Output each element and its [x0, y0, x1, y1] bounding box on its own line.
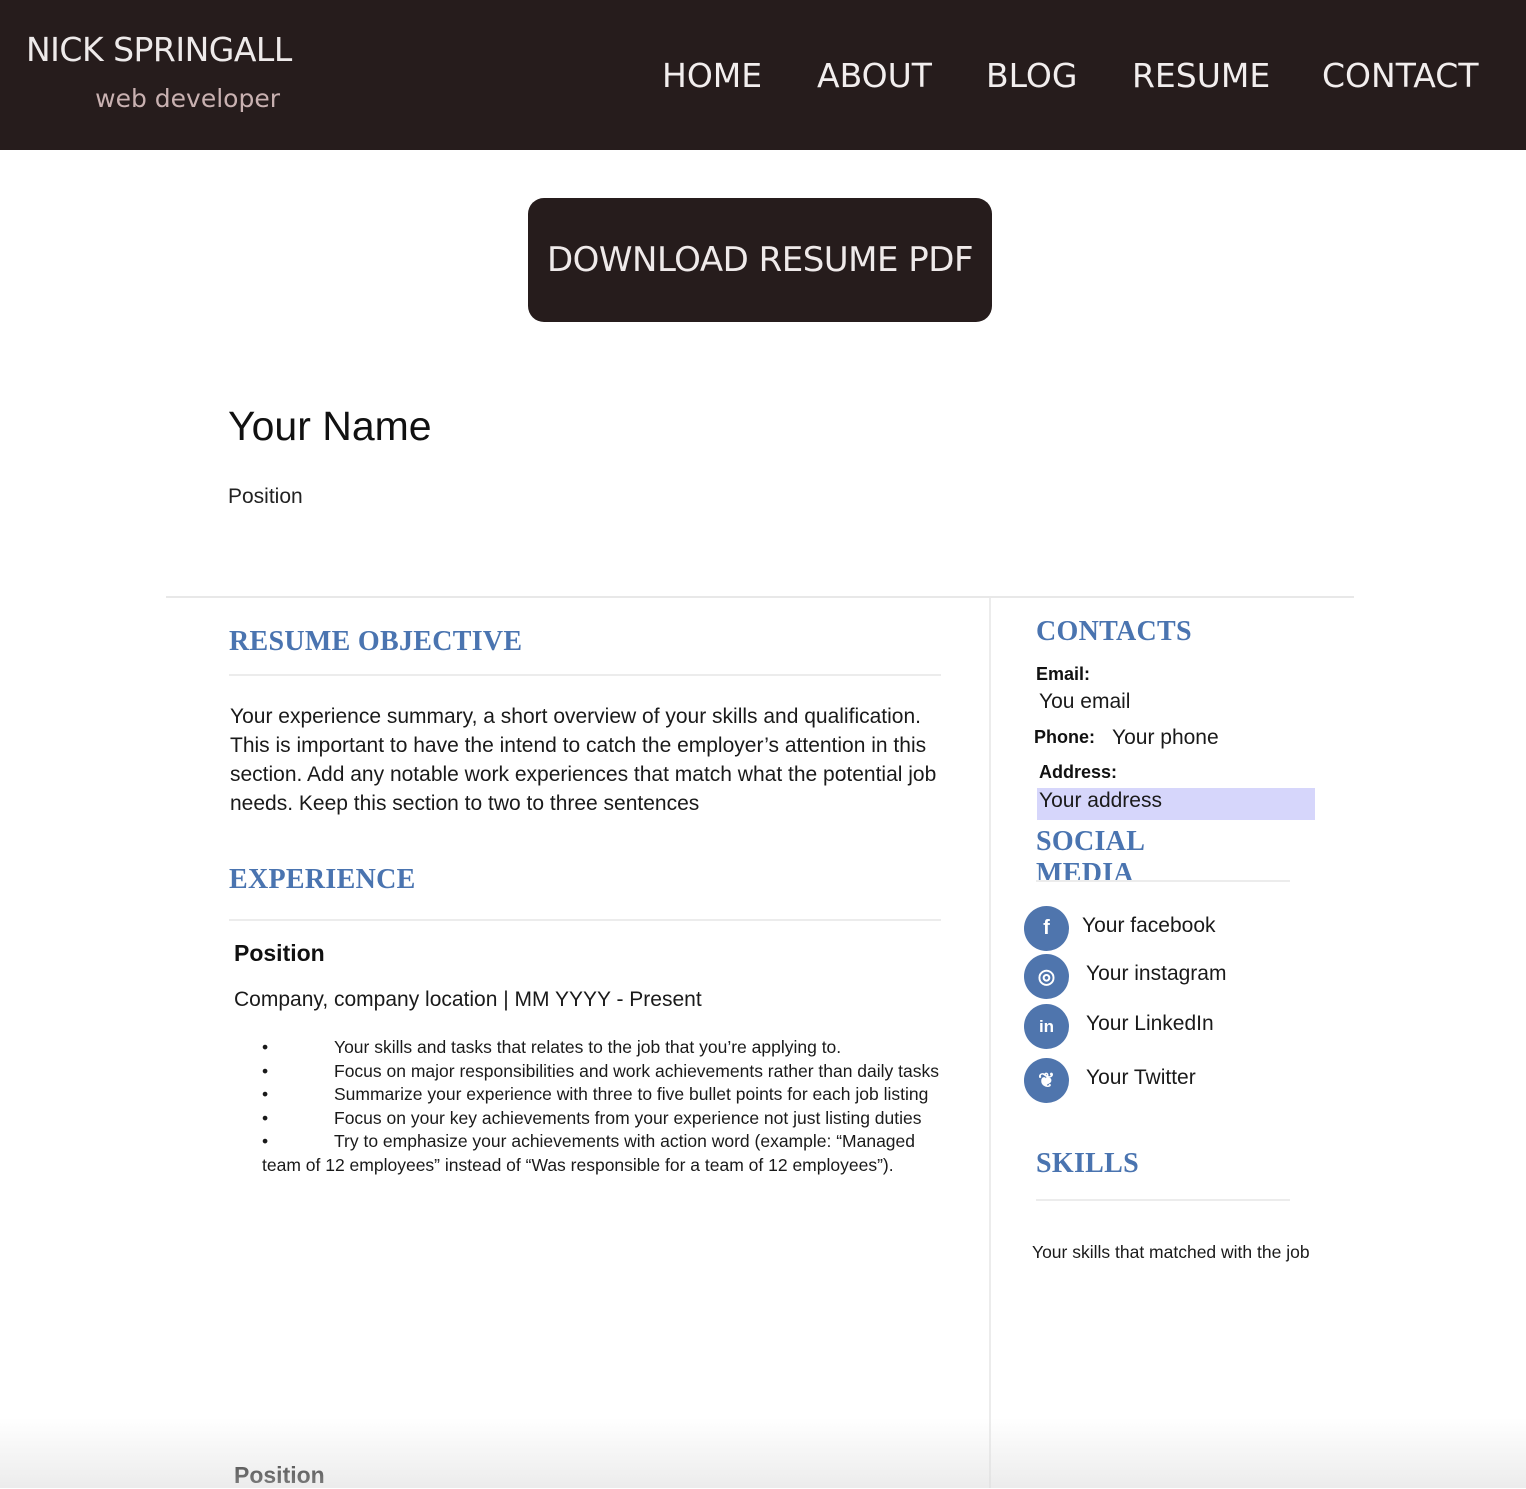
phone-label: Phone:	[1034, 727, 1095, 747]
list-item: • Focus on your key achievements from you…	[262, 1107, 922, 1128]
address-label: Address:	[1039, 762, 1118, 782]
objective-rule	[229, 674, 941, 676]
nav-resume[interactable]: RESUME	[1132, 56, 1270, 95]
nav-about[interactable]: ABOUT	[817, 56, 932, 95]
social-label: Your LinkedIn	[1086, 1012, 1214, 1035]
instagram-icon: ◎	[1024, 954, 1069, 999]
skills-heading: SKILLS	[1036, 1148, 1139, 1179]
objective-heading: RESUME OBJECTIVE	[229, 626, 523, 657]
twitter-icon: ❦	[1024, 1058, 1069, 1103]
experience-heading: EXPERIENCE	[229, 864, 416, 895]
list-item: • Summarize your experience with three to…	[262, 1084, 929, 1104]
job-meta: Company, company location | MM YYYY - Pr…	[234, 988, 702, 1011]
social-label: Your instagram	[1086, 962, 1227, 985]
skills-text: Your skills that matched with the job	[1032, 1242, 1310, 1262]
main-nav: HOME ABOUT BLOG RESUME CONTACT	[0, 56, 1526, 100]
list-item: • Focus on major responsibilities and wor…	[262, 1060, 940, 1081]
linkedin-icon: in	[1024, 1004, 1069, 1049]
email-value: You email	[1039, 690, 1131, 713]
social-label: Your Twitter	[1086, 1066, 1196, 1089]
resume-column-divider	[989, 598, 991, 1488]
email-label: Email:	[1036, 664, 1091, 684]
experience-rule	[229, 919, 941, 921]
download-resume-pdf-button[interactable]: DOWNLOAD RESUME PDF	[528, 198, 992, 322]
address-value: Your address	[1039, 789, 1162, 812]
contacts-heading: CONTACTS	[1036, 616, 1192, 647]
nav-blog[interactable]: BLOG	[986, 56, 1077, 95]
resume-name: Your Name	[228, 403, 432, 449]
social-label: Your facebook	[1082, 914, 1216, 937]
social-rule	[1036, 880, 1290, 882]
list-item: • Try to emphasize your achievements with…	[262, 1131, 916, 1175]
job-title-2: Position	[234, 1462, 325, 1488]
objective-text: Your experience summary, a short overvie…	[230, 705, 937, 815]
list-item: • Your skills and tasks that relates to t…	[262, 1037, 842, 1057]
skills-rule	[1036, 1199, 1290, 1201]
resume-preview-image	[0, 340, 1526, 1488]
facebook-icon: f	[1024, 906, 1069, 951]
resume-position: Position	[228, 485, 303, 508]
job-bullet-list: • Your skills and tasks that relates to t…	[262, 1036, 952, 1177]
nav-contact[interactable]: CONTACT	[1322, 56, 1479, 95]
nav-home[interactable]: HOME	[662, 56, 762, 95]
phone-value: Your phone	[1112, 726, 1219, 749]
resume-divider	[166, 596, 1354, 598]
site-header: NICK SPRINGALL web developer HOME ABOUT …	[0, 0, 1526, 150]
job-title: Position	[234, 940, 325, 966]
